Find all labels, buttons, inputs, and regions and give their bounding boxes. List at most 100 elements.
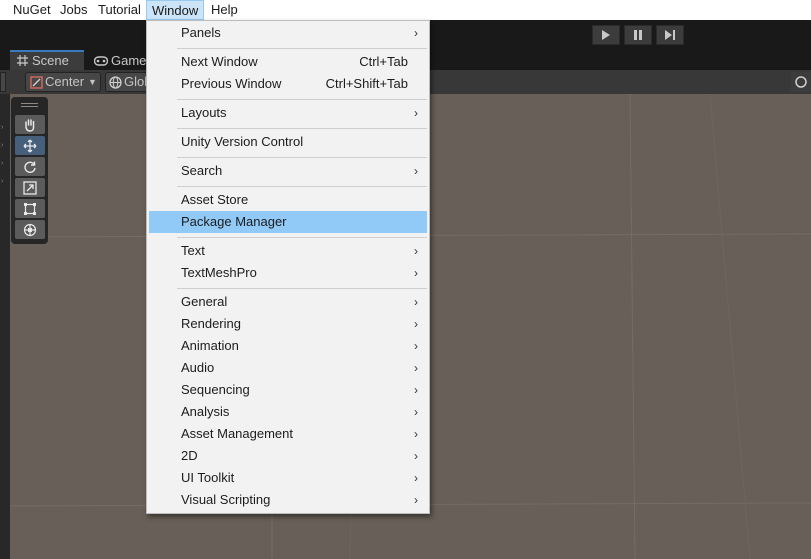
panel-grip[interactable] <box>21 103 38 104</box>
menu-item-analysis[interactable]: Analysis › <box>148 401 428 423</box>
submenu-arrow-icon: › <box>414 317 418 331</box>
submenu-arrow-icon: › <box>414 493 418 507</box>
menu-item-label: Animation <box>181 338 239 353</box>
menu-item-label: Search <box>181 163 223 178</box>
transform-tool-icon <box>23 223 37 236</box>
menu-item-next-window[interactable]: Next Window Ctrl+Tab <box>148 51 428 73</box>
space-mode-dropdown[interactable]: Glob <box>105 72 151 92</box>
submenu-arrow-icon: › <box>414 106 418 120</box>
tab-game-label: Game <box>111 53 147 68</box>
menu-help[interactable]: Help <box>211 0 238 20</box>
menu-item-asset-management[interactable]: Asset Management › <box>148 423 428 445</box>
menu-item-label: TextMeshPro <box>181 265 257 280</box>
menu-item-text[interactable]: Text › <box>148 240 428 262</box>
hand-tool-button[interactable] <box>15 115 45 134</box>
collapse-arrow-icon: › <box>1 124 4 131</box>
globe-icon <box>109 76 122 89</box>
panel-grip <box>21 106 38 107</box>
menu-item-label: Asset Management <box>181 426 294 441</box>
menu-item-unity-version-control[interactable]: Unity Version Control <box>148 131 428 153</box>
menu-separator <box>177 237 427 238</box>
pivot-mode-dropdown[interactable]: Center ▼ <box>25 72 101 92</box>
rotate-tool-icon <box>24 161 36 173</box>
menu-item-asset-store[interactable]: Asset Store <box>148 189 428 211</box>
menu-item-label: Text <box>181 243 205 258</box>
menu-item-label: 2D <box>181 448 198 463</box>
move-tool-icon <box>23 139 37 152</box>
menu-tutorial[interactable]: Tutorial <box>98 0 141 20</box>
submenu-arrow-icon: › <box>414 26 418 40</box>
tab-game[interactable]: Game <box>94 52 154 70</box>
chevron-down-icon: ▼ <box>88 77 97 87</box>
submenu-arrow-icon: › <box>414 244 418 258</box>
pivot-mode-label: Center <box>45 74 85 89</box>
menu-window[interactable]: Window <box>146 0 205 20</box>
pause-button[interactable] <box>624 25 652 45</box>
menu-item-label: Asset Store <box>181 192 249 207</box>
shortcut-label: Ctrl+Shift+Tab <box>325 76 408 91</box>
step-icon <box>665 30 675 40</box>
rotate-tool-button[interactable] <box>15 157 45 176</box>
hand-tool-icon <box>25 118 35 132</box>
menu-item-ui-toolkit[interactable]: UI Toolkit › <box>148 467 428 489</box>
menu-item-label: Rendering <box>181 316 241 331</box>
collapse-arrow-icon: › <box>1 178 4 185</box>
play-button[interactable] <box>592 25 620 45</box>
collapse-arrow-icon: › <box>1 142 4 149</box>
rect-tool-button[interactable] <box>15 199 45 218</box>
menu-separator <box>177 99 427 100</box>
submenu-arrow-icon: › <box>414 164 418 178</box>
menu-separator <box>177 186 427 187</box>
menu-item-panels[interactable]: Panels › <box>148 22 428 44</box>
pause-icon <box>634 30 642 40</box>
menu-item-sequencing[interactable]: Sequencing › <box>148 379 428 401</box>
menu-item-previous-window[interactable]: Previous Window Ctrl+Shift+Tab <box>148 73 428 95</box>
pivot-icon <box>30 76 43 89</box>
menu-item-2d[interactable]: 2D › <box>148 445 428 467</box>
play-icon <box>602 30 610 40</box>
menu-item-visual-scripting[interactable]: Visual Scripting › <box>148 489 428 511</box>
menu-item-textmeshpro[interactable]: TextMeshPro › <box>148 262 428 284</box>
menu-separator <box>177 48 427 49</box>
menu-item-general[interactable]: General › <box>148 291 428 313</box>
submenu-arrow-icon: › <box>414 339 418 353</box>
menu-item-label: Visual Scripting <box>181 492 271 507</box>
menu-separator <box>177 288 427 289</box>
menu-item-label: Next Window <box>181 54 258 69</box>
scene-grid-icon <box>17 55 28 66</box>
menu-item-package-manager[interactable]: Package Manager <box>149 211 427 233</box>
menu-nuget[interactable]: NuGet <box>13 0 51 20</box>
step-button[interactable] <box>656 25 684 45</box>
submenu-arrow-icon: › <box>414 449 418 463</box>
tab-scene[interactable]: Scene <box>10 50 84 70</box>
menu-item-search[interactable]: Search › <box>148 160 428 182</box>
submenu-arrow-icon: › <box>414 383 418 397</box>
submenu-arrow-icon: › <box>414 471 418 485</box>
overlay-toggle-icon <box>795 76 807 88</box>
menu-item-label: Analysis <box>181 404 230 419</box>
submenu-arrow-icon: › <box>414 295 418 309</box>
menu-jobs[interactable]: Jobs <box>60 0 87 20</box>
tab-scene-label: Scene <box>32 53 69 68</box>
menu-item-layouts[interactable]: Layouts › <box>148 102 428 124</box>
menu-item-label: Sequencing <box>181 382 250 397</box>
scale-tool-button[interactable] <box>15 178 45 197</box>
toolbar-right-toggle[interactable] <box>791 72 811 92</box>
scale-tool-icon <box>23 180 37 195</box>
gamepad-icon <box>94 56 108 66</box>
menu-item-audio[interactable]: Audio › <box>148 357 428 379</box>
menu-item-label: Unity Version Control <box>181 134 304 149</box>
menu-item-label: Package Manager <box>181 214 287 229</box>
submenu-arrow-icon: › <box>414 405 418 419</box>
move-tool-button[interactable] <box>15 136 45 155</box>
transform-tool-button[interactable] <box>15 220 45 239</box>
menu-item-label: Panels <box>181 25 221 40</box>
menu-bar: NuGet Jobs Tutorial Window Help <box>0 0 811 20</box>
collapse-arrow-icon: › <box>1 160 4 167</box>
menu-item-rendering[interactable]: Rendering › <box>148 313 428 335</box>
toolbar-edge-button[interactable] <box>0 72 6 92</box>
submenu-arrow-icon: › <box>414 427 418 441</box>
menu-item-label: Previous Window <box>181 76 282 91</box>
menu-item-animation[interactable]: Animation › <box>148 335 428 357</box>
submenu-arrow-icon: › <box>414 361 418 375</box>
